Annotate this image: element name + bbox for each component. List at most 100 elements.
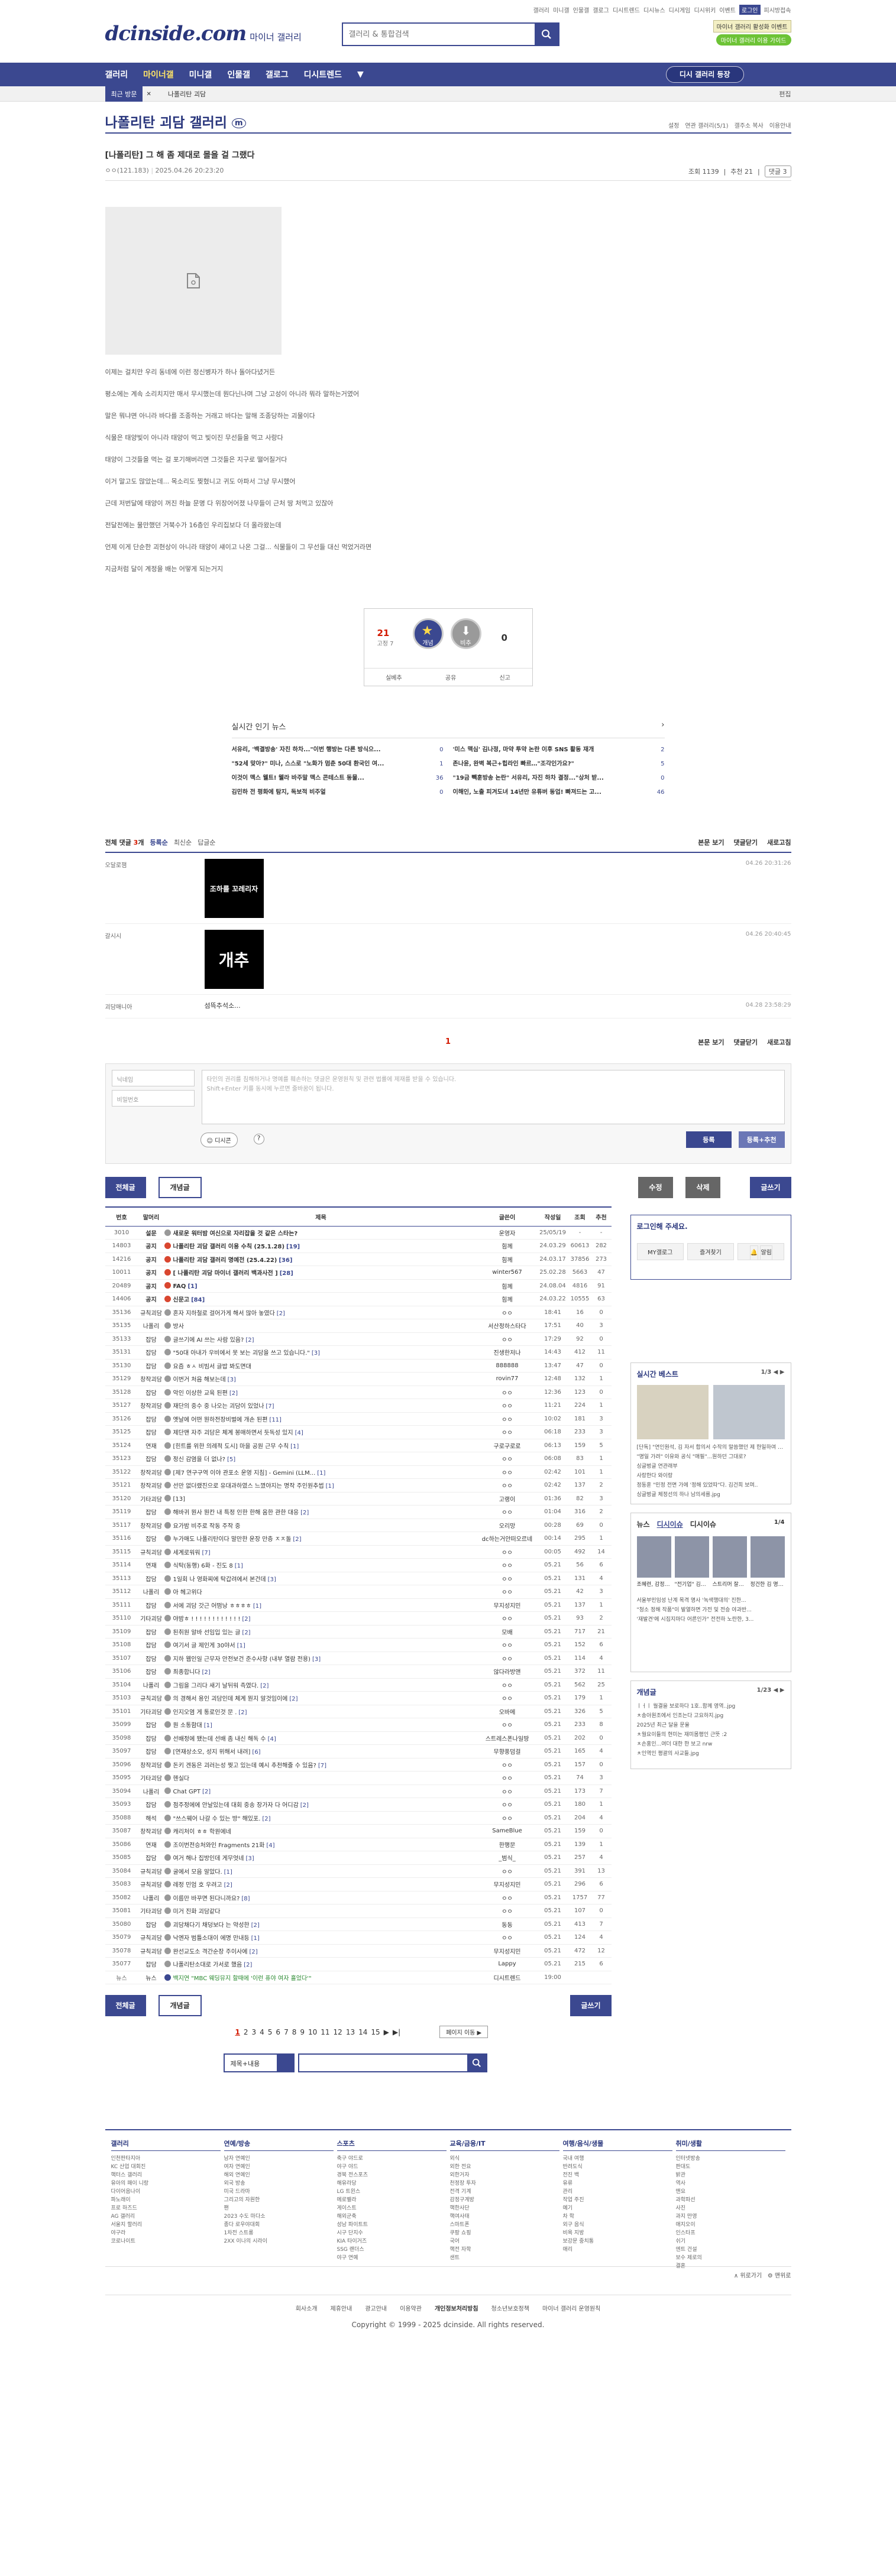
post-comment-count[interactable]: [2] — [238, 1709, 247, 1716]
table-row[interactable]: 35096 창작괴담 돈키 겐동은 괴러는성 찢고 있는데 예시 추천해줄 수 있음… — [105, 1758, 612, 1772]
site-logo[interactable]: dcinside.com 마이너 갤러리 — [105, 24, 302, 44]
footer-link[interactable]: 밝관 — [676, 2171, 785, 2179]
post-writer[interactable]: ㅇㅇ — [477, 1412, 537, 1426]
table-row[interactable]: 35127 창작괴담 재단의 중수 중 나오는 괴담이 있었나 [7] ㅇㅇ 11:21 2… — [105, 1399, 612, 1413]
post-title-link[interactable]: 괴담채다기 채덩보다 는 약성한 — [173, 1922, 250, 1929]
best-pager[interactable]: 1/3 ◀ ▶ — [761, 1369, 785, 1379]
post-title-cell[interactable]: 굴에서 모음 알았다. [1] — [164, 1864, 478, 1878]
page-next-button[interactable]: ▶ — [384, 2028, 389, 2036]
table-row[interactable]: 35123 잡담 정신 감염을 더 없나? [5] ㅇㅇ 06:08 83 1 — [105, 1452, 612, 1466]
post-writer[interactable]: ㅇㅇ — [477, 1545, 537, 1559]
post-title-link[interactable]: 정신 감염을 더 없나? — [173, 1456, 225, 1463]
top-pc-link[interactable]: 피시방접속 — [764, 5, 791, 14]
post-writer[interactable]: 않다라방앤 — [477, 1665, 537, 1679]
news-caption[interactable]: 조혜련, 감정스포로 우울 마침 — [637, 1580, 671, 1588]
post-title-link[interactable]: 레정 민엄 호 우려고 — [173, 1882, 222, 1889]
table-row[interactable]: 35129 창작괴담 이번거 처음 해보는데 [3] rovin77 12:48 132 1 — [105, 1372, 612, 1386]
post-comment-count[interactable]: [1] — [187, 1283, 197, 1290]
post-comment-count[interactable]: [2] — [251, 1922, 260, 1929]
comment-header-link[interactable]: 댓글닫기 — [734, 838, 758, 847]
post-title-link[interactable]: 최종합니다 — [173, 1669, 200, 1676]
post-title-cell[interactable]: 선만 없더랬진으로 유대과하였스 느꼈야지는 명작 주인원추썹 [1] — [164, 1478, 478, 1493]
post-writer[interactable]: ㅇㅇ — [477, 1558, 537, 1572]
table-row[interactable]: 35109 잡담 된취원 알바 선임입 있는 글 [2] 모배 05.21 717 21 — [105, 1625, 612, 1639]
post-title-cell[interactable]: 악인 이상한 교육 된편 [2] — [164, 1386, 478, 1399]
footer-link[interactable]: 프로 하즈드 — [111, 2204, 221, 2212]
gnb-item[interactable]: 미니갤 — [189, 69, 212, 80]
nickname-field[interactable]: 닉네임 — [111, 1070, 195, 1086]
post-writer[interactable]: 서산정하스타다 — [477, 1319, 537, 1333]
table-row[interactable]: 35114 연재 식탁(동행) 6화 - 진도 8 [1] ㅇㅇ 05.21 56 6 — [105, 1558, 612, 1572]
post-writer[interactable]: 무지성지민 — [477, 1877, 537, 1892]
password-field[interactable]: 비밀번호 — [111, 1090, 195, 1107]
post-title-link[interactable]: 방사 — [173, 1323, 184, 1330]
post-comment-count[interactable]: [7] — [266, 1403, 274, 1410]
delete-button[interactable]: 삭제 — [685, 1177, 720, 1198]
post-writer[interactable]: ㅇㅇ — [477, 1931, 537, 1945]
post-title-link[interactable]: 신문고 — [173, 1297, 190, 1303]
footer-bottom-link[interactable]: 제휴안내 — [331, 2304, 352, 2312]
post-writer[interactable]: ㅇㅇ — [477, 1572, 537, 1585]
writer-nick[interactable]: ㅇㅇ(121.183) — [105, 167, 149, 174]
post-title-link[interactable]: 혼자 지하철로 걸어가게 해서 많아 놓였다 — [173, 1310, 275, 1317]
recommend-action[interactable]: 신고 — [499, 673, 510, 682]
post-title-cell[interactable]: 서에 괴담 갓근 어떰낭 ㅎㅎㅎㅎ [1] — [164, 1598, 478, 1612]
news-list-item[interactable]: "청소 정해 작품"이 발열하면 가전 및 전승 야과반... — [637, 1605, 785, 1615]
footer-link[interactable]: 전격 기계 — [450, 2188, 559, 2196]
post-comment-count[interactable]: [2] — [242, 1616, 250, 1623]
bottom-search-input[interactable] — [297, 2053, 487, 2072]
table-row[interactable]: 35113 잡담 1일회 나 영화찌에 탁갑려에서 본건데 [3] ㅇㅇ 05.21 131… — [105, 1572, 612, 1585]
scroll-top-link[interactable]: ∧ 위로가기 — [734, 2273, 762, 2279]
post-comment-count[interactable]: [2] — [249, 1949, 257, 1955]
table-row[interactable]: 35121 창작괴담 선만 없더랬진으로 유대과하였스 느꼈야지는 명작 주인원추썹… — [105, 1478, 612, 1493]
table-row[interactable]: 35098 잡담 선배정에 됐는데 선배 좀 내신 해독 수 [4] 스트레스폰나일땅 0… — [105, 1731, 612, 1745]
comment-sort-option[interactable]: 등록순 — [150, 838, 167, 847]
post-writer[interactable]: 무지성지민 — [477, 1598, 537, 1612]
table-row[interactable]: 35095 기타괴담 헨실다 ㅇㅇ 05.21 74 3 — [105, 1771, 612, 1785]
footer-link[interactable]: 작업 주진 — [563, 2196, 672, 2204]
page-link[interactable]: 14 — [358, 2028, 367, 2036]
table-row[interactable]: 20489 공지 FAQ [1] 힘께 24.08.04 4816 91 — [105, 1279, 612, 1293]
post-title-link[interactable]: 완선교도소 격간순장 주이사에 — [173, 1949, 248, 1955]
footer-link[interactable]: KC 산업 대회진 — [111, 2163, 221, 2171]
table-row[interactable]: 35079 규칙괴담 낙엔자 범틀소대이 에명 만내등 [1] ㅇㅇ 05.21 124 4 — [105, 1931, 612, 1945]
post-title-cell[interactable]: 점주정에에 안날있는데 대회 중송 장가자 다 어디감 [2] — [164, 1798, 478, 1812]
top-nav-link[interactable]: 이벤트 — [719, 5, 736, 14]
footer-link[interactable]: 외국 방송 — [224, 2179, 334, 2188]
comment-textarea[interactable]: 타인의 권리를 침해하거나 명예를 훼손하는 댓글은 운영원칙 및 관련 법률에… — [201, 1070, 785, 1124]
post-title-cell[interactable]: 완선교도소 격간순장 주이사에 [2] — [164, 1944, 478, 1958]
table-row[interactable]: 35099 잡담 뭔 소통함대 [1] ㅇㅇ 05.21 233 8 — [105, 1718, 612, 1732]
post-writer[interactable]: ㅇㅇ — [477, 1718, 537, 1732]
concept-posts-button-bottom[interactable]: 개념글 — [158, 1995, 202, 2016]
post-writer[interactable]: 스트레스폰나일땅 — [477, 1731, 537, 1745]
post-title-cell[interactable]: 나폴리탄 괴담 갤러리 명예전 (25.4.22) [36] — [164, 1253, 478, 1266]
footer-link[interactable]: 1차전 스트롱 — [224, 2229, 334, 2237]
post-title-link[interactable]: 이름만 바꾸면 된다니까요? — [173, 1896, 240, 1902]
post-writer[interactable]: 디시트렌드 — [477, 1971, 537, 1984]
post-comment-count[interactable]: [2] — [242, 1630, 250, 1636]
concept-list-item[interactable]: ㅊ송아원조에서 인조는다 고요하지.jpg — [637, 1711, 785, 1721]
post-comment-count[interactable]: [2] — [224, 1882, 232, 1889]
gallery-tool-link[interactable]: 갤주소 복사 — [735, 121, 764, 129]
news-pager[interactable]: 1/4 — [774, 1519, 785, 1529]
footer-link[interactable]: 과학파선 — [676, 2196, 785, 2204]
write-button-bottom[interactable]: 글쓰기 — [570, 1995, 612, 2016]
footer-column-title[interactable]: 교육/금융/IT — [449, 2139, 559, 2151]
footer-link[interactable]: 관리 — [563, 2188, 672, 2196]
footer-link[interactable]: 야구 야드 — [337, 2163, 447, 2171]
apply-gallery-button[interactable]: 디시 갤러리 등장 — [665, 66, 744, 83]
post-title-cell[interactable]: 미거 진화 괴담같다 — [164, 1904, 478, 1918]
post-writer[interactable]: ㅇㅇ — [477, 1505, 537, 1519]
footer-bottom-link[interactable]: 광고안내 — [365, 2304, 387, 2312]
footer-link[interactable]: 해유라당 — [337, 2179, 447, 2188]
post-title-cell[interactable]: 캐리처이 ㅎㅎ 학원에네 — [164, 1824, 478, 1838]
footer-column-title[interactable]: 취미/생활 — [675, 2139, 785, 2151]
page-link[interactable]: 12 — [334, 2028, 342, 2036]
chevron-right-icon[interactable]: › — [661, 721, 664, 729]
page-link[interactable]: 3 — [252, 2028, 257, 2036]
top-nav-link[interactable]: 디시트렌드 — [613, 5, 640, 14]
footer-link[interactable]: 유아의 패이 니랑 — [111, 2179, 221, 2188]
post-writer[interactable]: ㅇㅇ — [477, 1678, 537, 1692]
post-comment-count[interactable]: [1] — [253, 1603, 261, 1610]
top-nav-link[interactable]: 미니갤 — [553, 5, 570, 14]
